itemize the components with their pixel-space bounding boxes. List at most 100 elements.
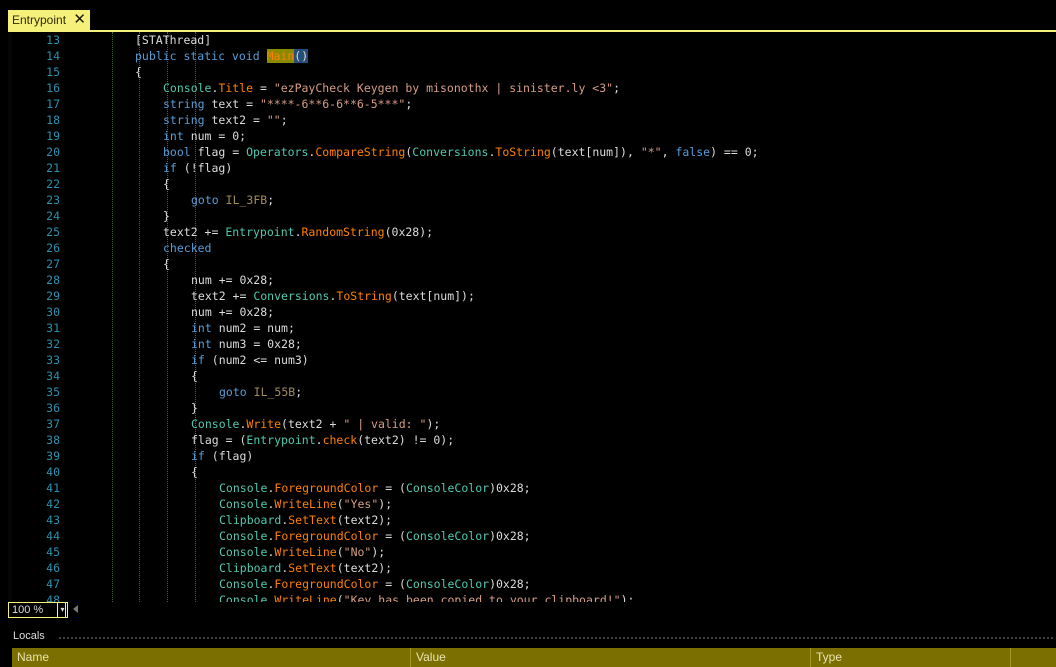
code-token: "Key has been copied to your clipboard!" [343, 593, 621, 602]
code-line[interactable]: 45 Console.WriteLine("No"); [8, 544, 1056, 560]
code-token: flag = [190, 145, 247, 159]
code-token: Conversions [412, 145, 489, 159]
code-line[interactable]: 46 Clipboard.SetText(text2); [8, 560, 1056, 576]
code-token: , [661, 145, 676, 159]
code-line[interactable]: 37 Console.Write(text2 + " | valid: "); [8, 416, 1056, 432]
code-line[interactable]: 21 if (!flag) [8, 160, 1056, 176]
code-line[interactable]: 39 if (flag) [8, 448, 1056, 464]
code-line[interactable]: 41 Console.ForegroundColor = (ConsoleColo… [8, 480, 1056, 496]
code-token: num += 0x28; [191, 305, 275, 319]
code-line[interactable]: 47 Console.ForegroundColor = (ConsoleColo… [8, 576, 1056, 592]
code-line[interactable]: 22 { [8, 176, 1056, 192]
code-token: int [191, 337, 212, 351]
code-token: text2 = [204, 113, 267, 127]
code-text: } [191, 400, 198, 416]
code-line[interactable]: 18 string text2 = ""; [8, 112, 1056, 128]
code-token: (text2 + [281, 417, 344, 431]
code-line[interactable]: 20 bool flag = Operators.CompareString(Co… [8, 144, 1056, 160]
code-token: Console [219, 593, 268, 602]
line-number: 13 [46, 33, 60, 47]
line-number: 15 [46, 65, 60, 79]
code-line[interactable]: 34 { [8, 368, 1056, 384]
code-text: text2 += Conversions.ToString(text[num])… [191, 288, 475, 304]
code-line[interactable]: 23 goto IL_3FB; [8, 192, 1056, 208]
code-line[interactable]: 31 int num2 = num; [8, 320, 1056, 336]
code-token: { [191, 465, 198, 479]
code-line[interactable]: 32 int num3 = 0x28; [8, 336, 1056, 352]
line-number: 27 [46, 257, 60, 271]
line-number: 14 [46, 49, 60, 63]
code-line[interactable]: 30 num += 0x28; [8, 304, 1056, 320]
code-token: string [163, 97, 205, 111]
code-line[interactable]: 24} [8, 208, 1056, 224]
pane-grip[interactable] [58, 636, 1053, 640]
code-text: Clipboard.SetText(text2); [219, 560, 392, 576]
code-token: ForegroundColor [274, 481, 379, 495]
column-header-value[interactable]: Value [411, 648, 811, 667]
code-token: )0x28; [489, 529, 531, 543]
code-line[interactable]: 17 string text = "****-6**6-6**6-5***"; [8, 96, 1056, 112]
code-token: ConsoleColor [405, 481, 490, 495]
code-text: if (!flag) [163, 160, 232, 176]
code-line[interactable]: 40 { [8, 464, 1056, 480]
code-token: (flag) [204, 449, 254, 463]
code-token: )0x28; [489, 577, 531, 591]
code-token: ( [336, 497, 344, 511]
code-token: "" [266, 113, 281, 127]
code-text: text2 += Entrypoint.RandomString(0x28); [163, 224, 433, 240]
code-line[interactable]: 36} [8, 400, 1056, 416]
code-line[interactable]: 26 checked [8, 240, 1056, 256]
code-token: IL_3FB [225, 193, 268, 207]
code-token: ); [378, 497, 393, 511]
code-token: ( [336, 545, 344, 559]
code-line[interactable]: 16 Console.Title = "ezPayCheck Keygen by … [8, 80, 1056, 96]
line-number: 46 [46, 561, 60, 575]
chevron-down-icon[interactable]: ▾ [57, 602, 68, 618]
code-line[interactable]: 25 text2 += Entrypoint.RandomString(0x28)… [8, 224, 1056, 240]
code-token: ; [267, 193, 275, 207]
code-editor[interactable]: 13 [STAThread] 14 public static void Main()… [8, 32, 1056, 602]
code-token: "****-6**6-6**6-5***" [259, 97, 406, 111]
code-token: { [135, 65, 142, 79]
code-text: Console.Title = "ezPayCheck Keygen by mi… [163, 80, 620, 96]
line-number: 25 [46, 225, 60, 239]
code-token: ); [620, 593, 635, 602]
code-line[interactable]: 33 if (num2 <= num3) [8, 352, 1056, 368]
code-token: goto [219, 385, 247, 399]
code-text: num += 0x28; [191, 304, 274, 320]
code-token: = ( [378, 481, 406, 495]
line-number: 26 [46, 241, 60, 255]
document-tab-strip: Entrypoint ✕ [0, 0, 1056, 32]
code-token: WriteLine [274, 593, 337, 602]
code-line[interactable]: 13 [STAThread] [8, 32, 1056, 48]
code-text: num += 0x28; [191, 272, 274, 288]
code-token: bool [163, 145, 191, 159]
code-token: { [163, 177, 170, 191]
code-line[interactable]: 35 goto IL_55B; [8, 384, 1056, 400]
code-line[interactable]: 43 Clipboard.SetText(text2); [8, 512, 1056, 528]
code-line[interactable]: 14 public static void Main() [8, 48, 1056, 64]
code-line[interactable]: 27 { [8, 256, 1056, 272]
close-icon[interactable]: ✕ [73, 10, 86, 30]
code-token: "ezPayCheck Keygen by misonothx | sinist… [273, 81, 614, 95]
code-token: ConsoleColor [405, 577, 490, 591]
code-line[interactable]: 29 text2 += Conversions.ToString(text[num… [8, 288, 1056, 304]
code-line[interactable]: 19 int num = 0; [8, 128, 1056, 144]
code-line[interactable]: 42 Console.WriteLine("Yes"); [8, 496, 1056, 512]
tab-entrypoint[interactable]: Entrypoint ✕ [8, 10, 90, 30]
code-line[interactable]: 28 num += 0x28; [8, 272, 1056, 288]
locals-pane: Locals Name Value Type [8, 628, 1056, 667]
code-token: if [191, 449, 205, 463]
column-header-type[interactable]: Type [811, 648, 1011, 667]
code-token: Conversions [253, 289, 330, 303]
code-token: = ( [378, 529, 406, 543]
column-header-name[interactable]: Name [12, 648, 411, 667]
code-line[interactable]: 44 Console.ForegroundColor = (ConsoleColo… [8, 528, 1056, 544]
code-line[interactable]: 15 { [8, 64, 1056, 80]
code-line[interactable]: 48 Console.WriteLine("Key has been copied… [8, 592, 1056, 602]
code-line[interactable]: 38 flag = (Entrypoint.check(text2) != 0); [8, 432, 1056, 448]
scroll-left-icon[interactable] [73, 605, 78, 613]
code-token: ; [405, 97, 413, 111]
code-token: checked [163, 241, 212, 255]
